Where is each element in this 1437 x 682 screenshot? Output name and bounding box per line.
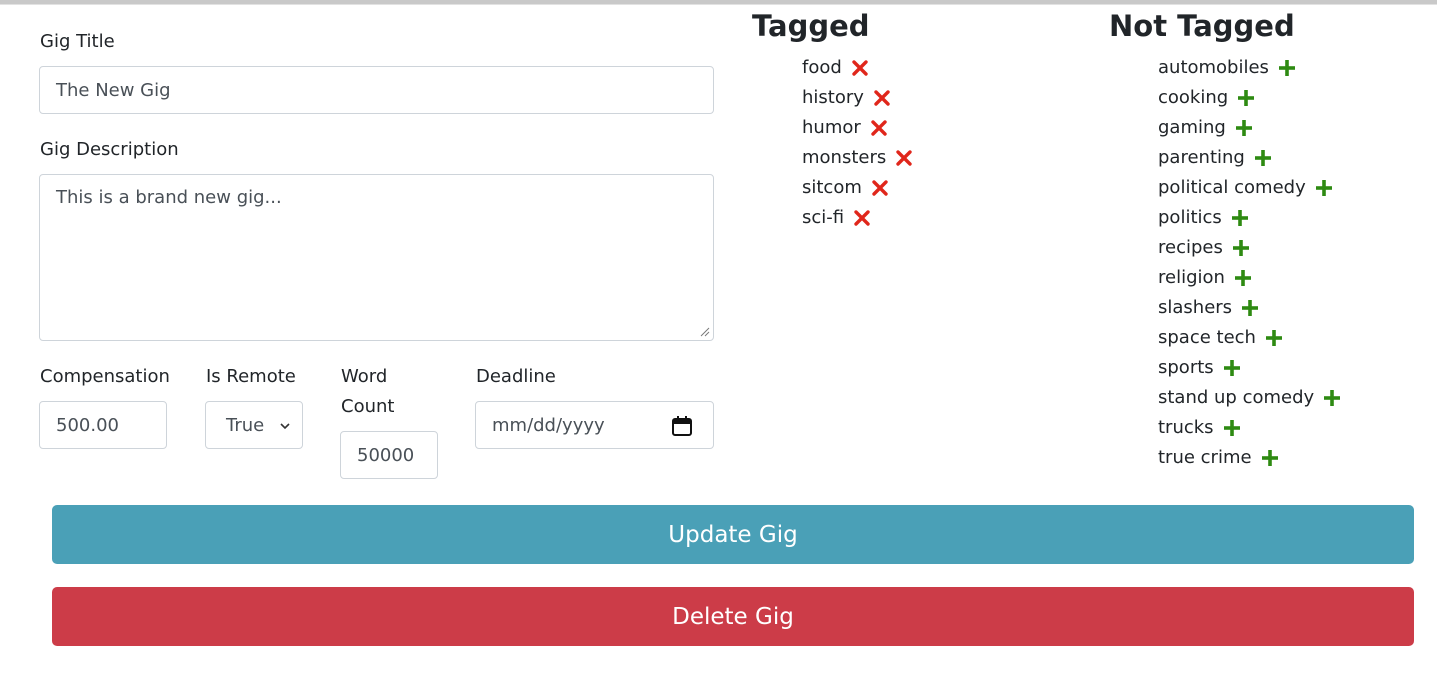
compensation-value: 500.00 xyxy=(56,414,119,436)
not-tagged-heading: Not Tagged xyxy=(1109,9,1295,43)
delete-gig-button[interactable]: Delete Gig xyxy=(52,587,1414,646)
tag-label: history xyxy=(802,87,864,108)
tag-label: space tech xyxy=(1158,327,1256,348)
tag-label: trucks xyxy=(1158,417,1214,438)
remove-x-icon[interactable] xyxy=(895,149,913,167)
tagged-item-sci-fi: sci-fi xyxy=(802,203,913,233)
tag-label: religion xyxy=(1158,267,1225,288)
add-plus-icon[interactable] xyxy=(1223,419,1241,437)
untagged-item-recipes: recipes xyxy=(1158,233,1341,263)
add-plus-icon[interactable] xyxy=(1278,59,1296,77)
add-plus-icon[interactable] xyxy=(1235,119,1253,137)
tagged-list: food history humor monsters sitcom sci-fi xyxy=(802,53,913,233)
is-remote-select[interactable]: True xyxy=(205,401,303,449)
is-remote-value: True xyxy=(226,414,265,436)
tag-label: monsters xyxy=(802,147,887,168)
compensation-label: Compensation xyxy=(40,366,170,387)
tag-label: political comedy xyxy=(1158,177,1306,198)
add-plus-icon[interactable] xyxy=(1265,329,1283,347)
tag-label: sci-fi xyxy=(802,207,845,228)
untagged-item-political-comedy: political comedy xyxy=(1158,173,1341,203)
word-count-value: 50000 xyxy=(357,444,415,466)
untagged-item-space-tech: space tech xyxy=(1158,323,1341,353)
tagged-item-humor: humor xyxy=(802,113,913,143)
tagged-item-history: history xyxy=(802,83,913,113)
untagged-item-gaming: gaming xyxy=(1158,113,1341,143)
add-plus-icon[interactable] xyxy=(1232,239,1250,257)
browser-top-border xyxy=(0,0,1437,5)
update-gig-button[interactable]: Update Gig xyxy=(52,505,1414,564)
add-plus-icon[interactable] xyxy=(1241,299,1259,317)
tagged-item-food: food xyxy=(802,53,913,83)
add-plus-icon[interactable] xyxy=(1254,149,1272,167)
remove-x-icon[interactable] xyxy=(853,209,871,227)
gig-description-value: This is a brand new gig... xyxy=(56,187,282,208)
tag-label: sitcom xyxy=(802,177,862,198)
untagged-item-true-crime: true crime xyxy=(1158,443,1341,473)
add-plus-icon[interactable] xyxy=(1315,179,1333,197)
remove-x-icon[interactable] xyxy=(873,89,891,107)
not-tagged-list: automobiles cooking gaming parenting politic… xyxy=(1158,53,1341,473)
tagged-heading: Tagged xyxy=(752,9,870,43)
remove-x-icon[interactable] xyxy=(851,59,869,77)
gig-title-value: The New Gig xyxy=(56,79,171,101)
add-plus-icon[interactable] xyxy=(1237,89,1255,107)
untagged-item-parenting: parenting xyxy=(1158,143,1341,173)
remove-x-icon[interactable] xyxy=(870,119,888,137)
tagged-item-sitcom: sitcom xyxy=(802,173,913,203)
tag-label: true crime xyxy=(1158,447,1252,468)
untagged-item-slashers: slashers xyxy=(1158,293,1341,323)
untagged-item-automobiles: automobiles xyxy=(1158,53,1341,83)
tag-label: recipes xyxy=(1158,237,1223,258)
tag-label: politics xyxy=(1158,207,1222,228)
untagged-item-trucks: trucks xyxy=(1158,413,1341,443)
gig-description-label: Gig Description xyxy=(40,139,179,160)
gig-title-input[interactable]: The New Gig xyxy=(39,66,714,114)
tag-label: automobiles xyxy=(1158,57,1269,78)
gig-title-label: Gig Title xyxy=(40,31,115,52)
word-count-label-line2: Count xyxy=(341,396,395,417)
deadline-label: Deadline xyxy=(476,366,556,387)
untagged-item-cooking: cooking xyxy=(1158,83,1341,113)
is-remote-label: Is Remote xyxy=(206,366,296,387)
chevron-down-icon xyxy=(280,423,290,430)
untagged-item-religion: religion xyxy=(1158,263,1341,293)
untagged-item-politics: politics xyxy=(1158,203,1341,233)
tag-label: slashers xyxy=(1158,297,1233,318)
calendar-icon[interactable] xyxy=(671,415,693,437)
add-plus-icon[interactable] xyxy=(1231,209,1249,227)
resize-handle-icon[interactable] xyxy=(700,327,710,337)
add-plus-icon[interactable] xyxy=(1261,449,1279,467)
word-count-input[interactable]: 50000 xyxy=(340,431,438,479)
tag-label: food xyxy=(802,57,842,78)
remove-x-icon[interactable] xyxy=(871,179,889,197)
deadline-value: mm/dd/yyyy xyxy=(492,414,605,436)
word-count-label-line1: Word xyxy=(341,366,388,387)
tagged-item-monsters: monsters xyxy=(802,143,913,173)
tag-label: gaming xyxy=(1158,117,1226,138)
tag-label: sports xyxy=(1158,357,1214,378)
deadline-date-input[interactable]: mm/dd/yyyy xyxy=(475,401,714,449)
untagged-item-sports: sports xyxy=(1158,353,1341,383)
gig-description-textarea[interactable]: This is a brand new gig... xyxy=(39,174,714,341)
untagged-item-stand-up-comedy: stand up comedy xyxy=(1158,383,1341,413)
tag-label: parenting xyxy=(1158,147,1245,168)
tag-label: cooking xyxy=(1158,87,1229,108)
tag-label: humor xyxy=(802,117,861,138)
add-plus-icon[interactable] xyxy=(1234,269,1252,287)
tag-label: stand up comedy xyxy=(1158,387,1315,408)
compensation-input[interactable]: 500.00 xyxy=(39,401,167,449)
add-plus-icon[interactable] xyxy=(1223,359,1241,377)
add-plus-icon[interactable] xyxy=(1323,389,1341,407)
